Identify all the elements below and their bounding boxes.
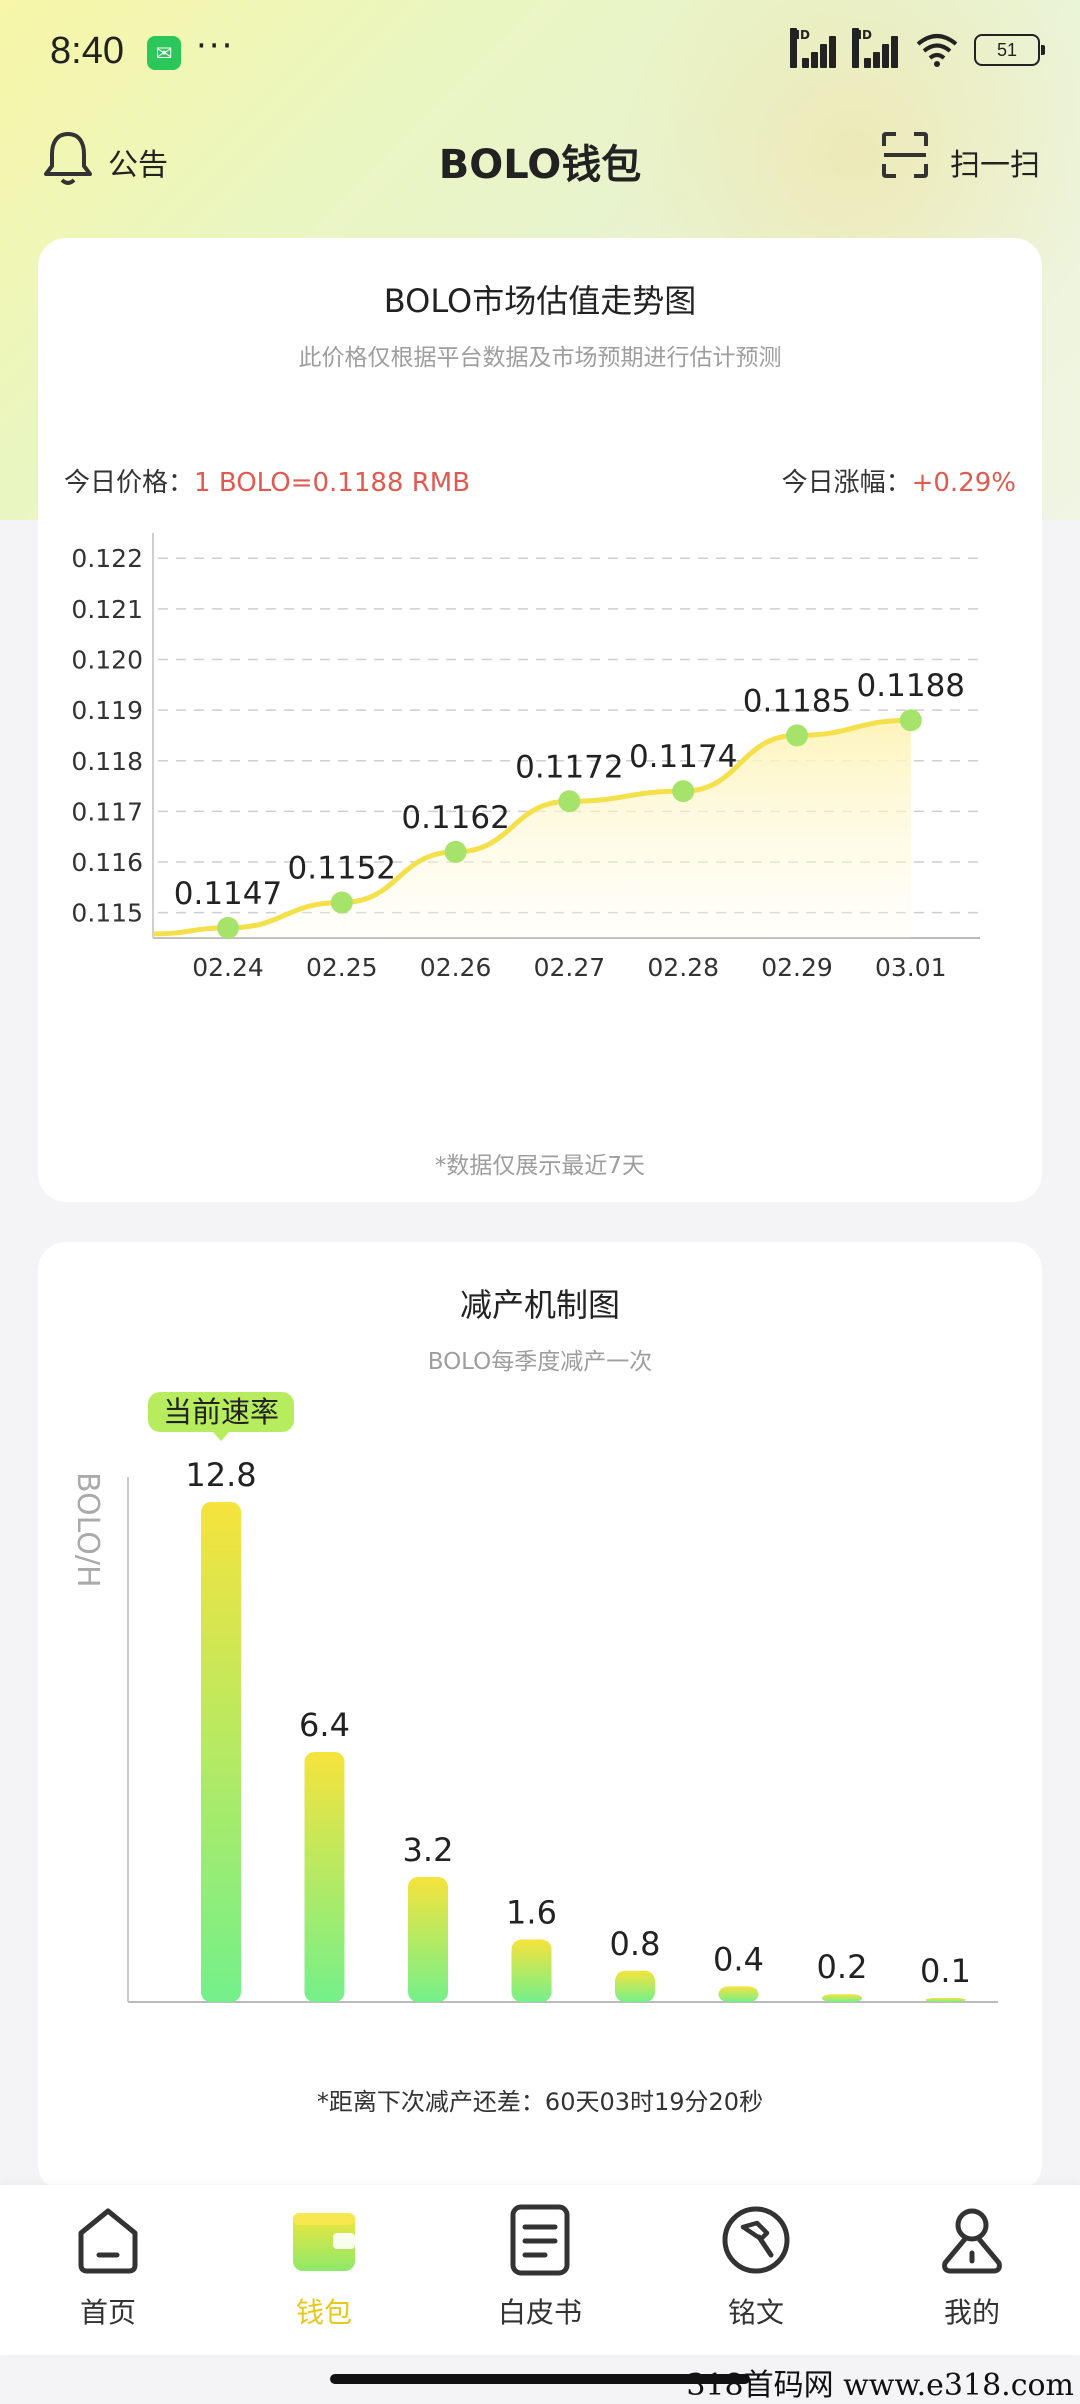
nav-home-label: 首页 [79,2296,136,2329]
today-price-value: 1 BOLO=0.1188 RMB [194,468,471,498]
bar-value-label: 0.4 [713,1940,764,1978]
signal-icon-2: HD [852,28,900,68]
hammer-icon [722,2206,790,2274]
bar-value-label: 0.2 [817,1948,868,1986]
nav-home[interactable]: 首页 [38,2203,178,2331]
nav-profile[interactable]: 我的 [902,2203,1042,2331]
y-tick-label: 0.119 [71,696,143,725]
status-right: HD HD 51 [790,28,1045,68]
home-icon [78,2208,138,2274]
x-tick-label: 02.27 [534,953,606,982]
bar [304,1752,345,2002]
bar [925,1998,966,2002]
price-footnote: *数据仅展示最近7天 [434,1153,646,1179]
bar [511,1939,552,2002]
scan-icon[interactable] [880,130,930,180]
nav-whitepaper-label: 白皮书 [497,2296,582,2329]
wifi-icon [916,34,958,67]
nav-inscription-label: 铭文 [727,2296,784,2329]
today-price: 今日价格：1 BOLO=0.1188 RMB [64,462,470,499]
nav-inscription[interactable]: 铭文 [686,2203,826,2331]
halving-card-subtitle: BOLO每季度减产一次 [427,1349,653,1375]
y-tick-label: 0.116 [71,848,143,877]
document-icon [510,2204,570,2276]
wallet-icon [293,2213,355,2271]
halving-card: 减产机制图 BOLO每季度减产一次 BOLO/H 12.8 6.4 3.2 1.6 0.8… [38,1242,1042,2192]
wechat-icon: ✉ [147,36,181,70]
y-tick-label: 0.122 [71,544,143,573]
more-dots-icon: ··· [196,26,235,66]
data-point [444,840,467,863]
today-change: 今日涨幅：+0.29% [782,462,1016,499]
data-point [899,709,922,732]
user-icon [942,2208,1002,2274]
nav-whitepaper[interactable]: 白皮书 [470,2203,610,2331]
halving-footnote: *距离下次减产还差：60天03时19分20秒 [316,2088,764,2116]
x-tick-label: 02.25 [306,953,378,982]
price-card-subtitle: 此价格仅根据平台数据及市场预期进行估计预测 [298,345,782,371]
bottom-nav: 首页 钱包 白皮书 铭文 我的 [0,2185,1080,2355]
scan-button[interactable]: 扫一扫 [950,140,1040,184]
y-tick-label: 0.121 [71,595,143,624]
x-tick-label: 02.29 [761,953,833,982]
x-tick-label: 02.26 [420,953,492,982]
data-label: 0.1152 [288,851,396,887]
x-tick-label: 02.28 [647,953,719,982]
bar [615,1970,655,2002]
y-tick-label: 0.115 [71,899,143,928]
data-point [558,790,581,813]
app-header: 公告 BOLO钱包 扫一扫 [0,110,1080,210]
today-change-value: +0.29% [911,468,1016,498]
nav-wallet[interactable]: 钱包 [254,2203,394,2331]
current-rate-label: 当前速率 [163,1395,279,1429]
data-point [672,780,695,803]
x-tick-label: 02.24 [192,953,264,982]
bar-value-label: 0.8 [610,1925,661,1963]
today-price-label: 今日价格： [64,468,195,498]
badge-pointer [213,1432,229,1441]
bar-value-label: 12.8 [185,1456,256,1494]
data-point [786,724,808,747]
halving-card-title: 减产机制图 [459,1286,620,1324]
battery-icon: 51 [974,34,1045,66]
data-point [217,916,239,939]
y-tick-label: 0.118 [71,747,143,776]
bar-value-label: 0.1 [920,1952,971,1990]
data-label: 0.1174 [629,739,737,775]
bar [408,1877,448,2002]
x-tick-label: 03.01 [875,953,947,982]
data-label: 0.1188 [857,668,965,704]
status-bar: 8:40 ✉ ··· HD HD 51 [0,0,1080,110]
data-point [330,891,353,914]
bar [822,1994,862,2002]
price-card-title: BOLO市场估值走势图 [383,282,697,320]
y-axis-label: BOLO/H [70,1472,105,1588]
watermark: 318首码网 www.e318.com [686,2368,1074,2403]
bar-value-label: 6.4 [299,1706,350,1744]
price-trend-card: BOLO市场估值走势图 此价格仅根据平台数据及市场预期进行估计预测 今日价格：1… [38,238,1042,1202]
data-label: 0.1147 [174,876,282,912]
signal-icon: HD [790,28,838,68]
y-tick-label: 0.117 [71,797,143,826]
bar [201,1502,241,2002]
bar-value-label: 1.6 [506,1894,557,1932]
data-label: 0.1172 [515,749,623,785]
y-tick-label: 0.120 [71,645,143,674]
nav-wallet-label: 钱包 [295,2296,352,2329]
data-label: 0.1185 [743,683,851,719]
price-line-chart: 0.115 0.116 0.117 0.118 0.119 0.120 0.121 0.122… [71,533,980,982]
today-change-label: 今日涨幅： [781,468,912,498]
bar [718,1986,759,2002]
data-label: 0.1162 [401,800,509,836]
nav-profile-label: 我的 [943,2296,1000,2329]
bar-value-label: 3.2 [403,1831,454,1869]
status-time: 8:40 [50,30,124,72]
halving-bar-chart: BOLO/H 12.8 6.4 3.2 1.6 0.8 0.4 0.2 0.1 当前速率 [70,1392,998,2003]
